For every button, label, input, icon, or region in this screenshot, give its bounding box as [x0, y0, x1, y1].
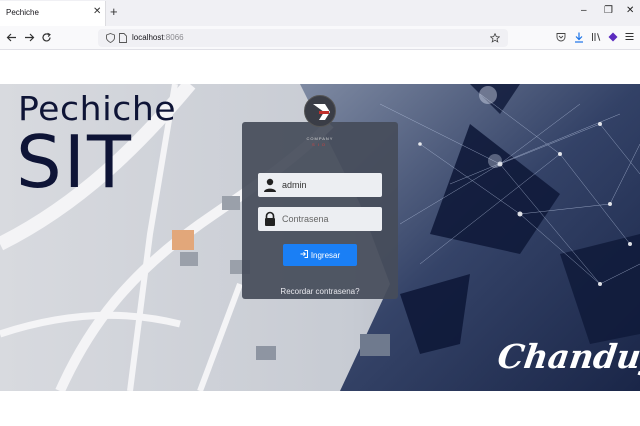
- url-bar[interactable]: localhost:8066: [98, 29, 508, 47]
- sign-in-icon: [300, 250, 308, 260]
- library-icon[interactable]: [591, 32, 601, 42]
- star-icon[interactable]: [490, 33, 500, 43]
- back-icon[interactable]: [6, 32, 17, 43]
- user-icon: [264, 178, 276, 192]
- login-button-label: Ingresar: [310, 251, 341, 260]
- close-window-button[interactable]: ✕: [626, 6, 634, 16]
- url-text[interactable]: localhost:8066: [132, 33, 184, 42]
- password-input[interactable]: [282, 210, 378, 228]
- tab-close-icon[interactable]: ✕: [93, 7, 101, 17]
- download-icon[interactable]: [574, 32, 584, 43]
- browser-nav-bar: localhost:8066: [0, 26, 640, 50]
- brand-subtitle: SIT: [16, 120, 133, 204]
- reload-icon[interactable]: [41, 32, 52, 43]
- page-icon[interactable]: [119, 33, 127, 43]
- username-input[interactable]: [282, 176, 378, 194]
- lock-icon: [265, 211, 275, 226]
- new-tab-button[interactable]: +: [110, 5, 118, 18]
- logo-caption: COMPANY: [306, 136, 334, 141]
- pocket-icon[interactable]: [556, 32, 566, 42]
- username-field[interactable]: [258, 173, 382, 197]
- extension-icon[interactable]: [608, 32, 618, 42]
- shield-icon[interactable]: [106, 33, 115, 43]
- logo-caption-secondary: SIO: [312, 142, 328, 147]
- restore-button[interactable]: ❐: [604, 6, 613, 16]
- forward-icon[interactable]: [24, 32, 35, 43]
- menu-icon[interactable]: [625, 32, 634, 41]
- company-logo: [304, 95, 336, 127]
- browser-tab[interactable]: Pechiche ✕: [0, 1, 106, 26]
- tab-title: Pechiche: [6, 8, 39, 17]
- browser-tab-bar: Pechiche ✕ + – ❐ ✕: [0, 0, 640, 26]
- city-name-overlay: Chanduy: [495, 337, 640, 376]
- password-field[interactable]: [258, 207, 382, 231]
- forgot-password-link[interactable]: Recordar contrasena?: [258, 287, 382, 296]
- login-button[interactable]: Ingresar: [283, 244, 357, 266]
- minimize-button[interactable]: –: [581, 6, 587, 16]
